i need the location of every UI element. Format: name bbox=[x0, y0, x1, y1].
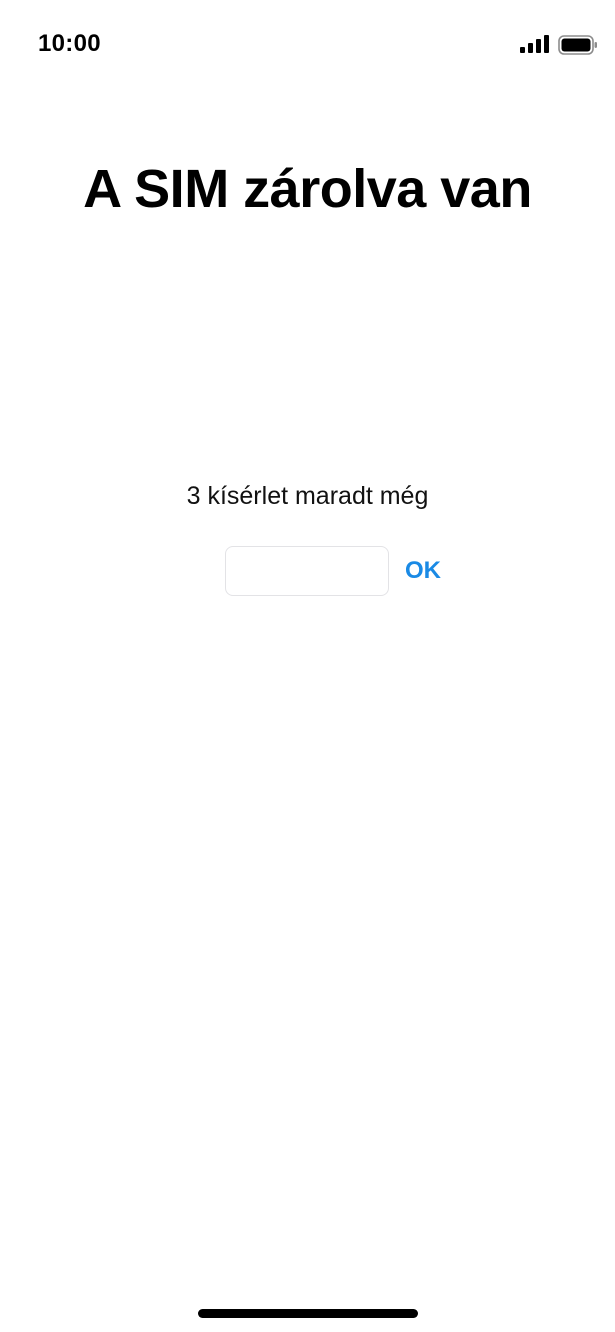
battery-icon bbox=[558, 35, 597, 55]
sim-pin-input[interactable] bbox=[225, 546, 389, 596]
status-time: 10:00 bbox=[38, 30, 101, 57]
page-title: A SIM zárolva van bbox=[83, 159, 532, 219]
ok-button[interactable]: OK bbox=[396, 549, 450, 593]
attempts-remaining-text: 3 kísérlet maradt még bbox=[186, 482, 429, 510]
status-bar: 10:00 bbox=[0, 0, 615, 90]
home-indicator[interactable] bbox=[198, 1309, 418, 1318]
cellular-signal-icon bbox=[520, 35, 549, 53]
